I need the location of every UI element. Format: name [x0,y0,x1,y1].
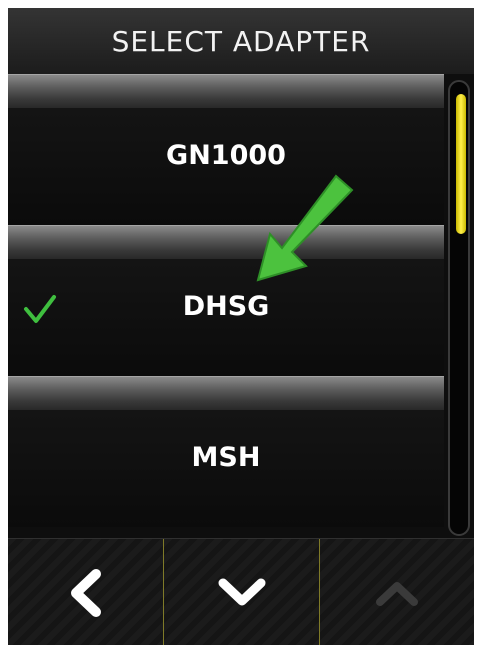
list-item-dhsg[interactable]: DHSG [8,225,444,376]
page-title: SELECT ADAPTER [111,24,371,58]
scrollbar-thumb[interactable] [456,94,466,234]
list-item-label: GN1000 [166,140,286,171]
adapter-list: GN1000 DHSG MSH [8,74,444,540]
scroll-up-button[interactable] [320,539,474,645]
list-item-label: MSH [191,442,261,473]
footer-toolbar [8,538,474,645]
list-item-msh[interactable]: MSH [8,376,444,527]
chevron-left-icon [70,568,101,617]
arrow-down-left-icon [256,174,354,282]
header: SELECT ADAPTER [8,8,474,74]
chevron-down-icon [218,578,265,605]
list-item-label: DHSG [182,291,270,322]
back-button[interactable] [8,539,164,645]
list-item-gn1000[interactable]: GN1000 [8,74,444,225]
chevron-up-icon [376,581,418,606]
scroll-down-button[interactable] [164,539,320,645]
device-screen: SELECT ADAPTER GN1000 DHSG MSH [8,8,474,645]
